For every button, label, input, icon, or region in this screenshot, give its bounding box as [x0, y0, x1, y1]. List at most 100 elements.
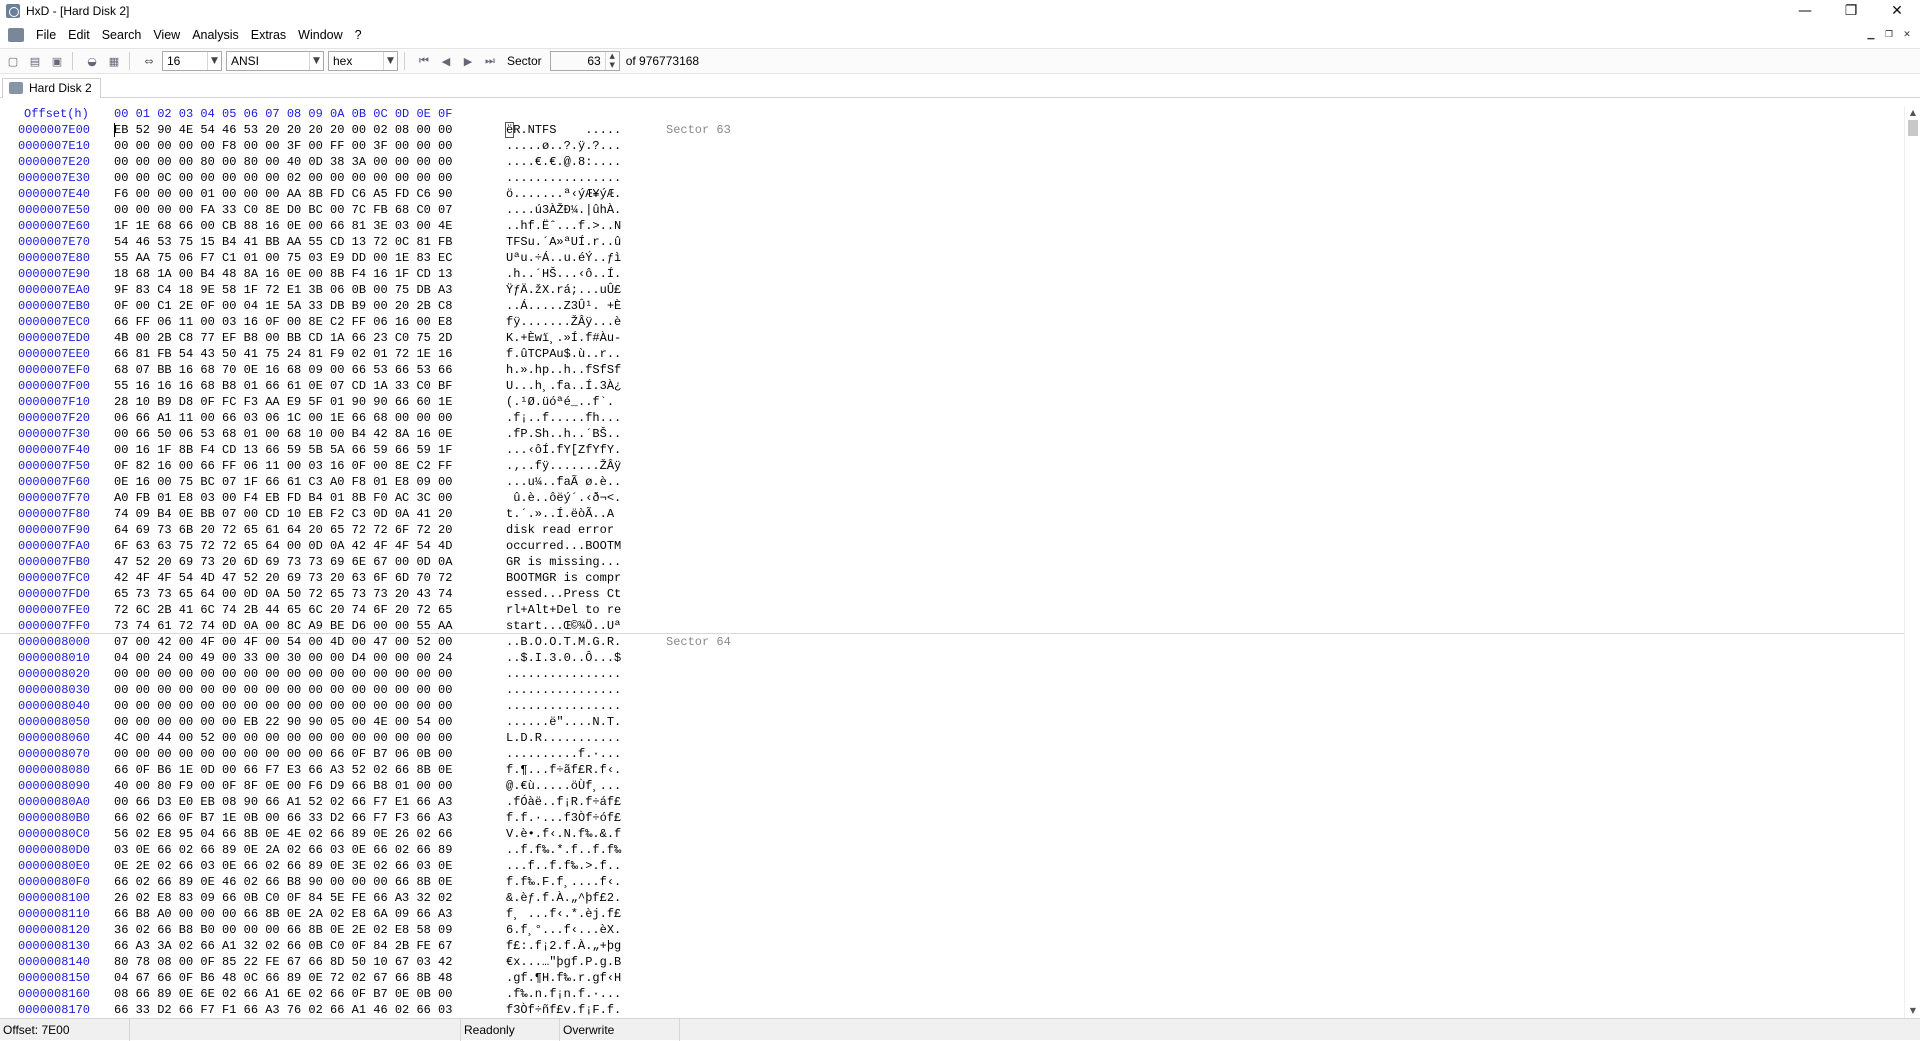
hex-row[interactable]: 0000008140 80 78 08 00 0F 85 22 FE 67 66 …: [0, 954, 1904, 970]
chevron-down-icon[interactable]: ▼: [207, 52, 221, 70]
row-hex-bytes[interactable]: 47 52 20 69 73 20 6D 69 73 73 69 6E 67 0…: [114, 554, 452, 570]
minimize-icon[interactable]: —: [1782, 0, 1828, 22]
row-decoded-text[interactable]: ö.......ª‹ýÆ¥ýÆ.: [506, 186, 621, 202]
row-hex-bytes[interactable]: 03 0E 66 02 66 89 0E 2A 02 66 03 0E 66 0…: [114, 842, 452, 858]
hex-row[interactable]: 0000007EE0 66 81 FB 54 43 50 41 75 24 81 …: [0, 346, 1904, 362]
row-hex-bytes[interactable]: 73 74 61 72 74 0D 0A 00 8C A9 BE D6 00 0…: [114, 618, 452, 634]
open-ram-icon[interactable]: ▦: [105, 52, 123, 70]
hex-row[interactable]: 00000080E0 0E 2E 02 66 03 0E 66 02 66 89 …: [0, 858, 1904, 874]
hex-row[interactable]: 0000008010 04 00 24 00 49 00 33 00 30 00 …: [0, 650, 1904, 666]
hex-row[interactable]: 0000008100 26 02 E8 83 09 66 0B C0 0F 84 …: [0, 890, 1904, 906]
row-decoded-text[interactable]: .fP.Sh..h..´BŠ..: [506, 426, 621, 442]
row-decoded-text[interactable]: &.èƒ.f.À.„^þf£2.: [506, 890, 621, 906]
row-hex-bytes[interactable]: 66 A3 3A 02 66 A1 32 02 66 0B C0 0F 84 2…: [114, 938, 452, 954]
row-hex-bytes[interactable]: 66 02 66 89 0E 46 02 66 B8 90 00 00 00 6…: [114, 874, 452, 890]
row-decoded-text[interactable]: .fÓàë..f¡R.f÷áf£: [506, 794, 621, 810]
row-hex-bytes[interactable]: 65 73 73 65 64 00 0D 0A 50 72 65 73 73 2…: [114, 586, 452, 602]
new-file-icon[interactable]: ▢: [4, 52, 22, 70]
maximize-icon[interactable]: ❐: [1828, 0, 1874, 22]
hex-row[interactable]: 0000008150 04 67 66 0F B6 48 0C 66 89 0E …: [0, 970, 1904, 986]
menu-help[interactable]: ?: [349, 22, 368, 48]
row-decoded-text[interactable]: U...h¸.fa..Í.3À¿: [506, 378, 621, 394]
row-decoded-text[interactable]: û.è..ôëý´.‹ð¬<.: [506, 490, 621, 506]
row-hex-bytes[interactable]: F6 00 00 00 01 00 00 00 AA 8B FD C6 A5 F…: [114, 186, 452, 202]
chevron-down-icon[interactable]: ▼: [309, 52, 323, 70]
save-icon[interactable]: ▣: [48, 52, 66, 70]
hxd-app-icon[interactable]: [6, 4, 20, 18]
row-hex-bytes[interactable]: 00 00 00 00 00 00 EB 22 90 90 05 00 4E 0…: [114, 714, 452, 730]
menu-analysis[interactable]: Analysis: [186, 22, 245, 48]
hex-row[interactable]: 00000080B0 66 02 66 0F B7 1E 0B 00 66 33 …: [0, 810, 1904, 826]
row-decoded-text[interactable]: BOOTMGR is compr: [506, 570, 621, 586]
row-decoded-text[interactable]: ................: [506, 170, 621, 186]
row-decoded-text[interactable]: ................: [506, 666, 621, 682]
first-sector-icon[interactable]: ⏮: [415, 52, 433, 70]
row-hex-bytes[interactable]: 00 00 00 00 00 00 00 00 00 00 00 00 00 0…: [114, 698, 452, 714]
row-decoded-text[interactable]: Uªu.÷Á..u.éÝ..ƒì: [506, 250, 621, 266]
sector-input[interactable]: 63 ▲ ▼: [549, 51, 620, 71]
row-decoded-text[interactable]: ŸƒÄ.žX.rá;...uÛ£: [506, 282, 621, 298]
row-hex-bytes[interactable]: 72 6C 2B 41 6C 74 2B 44 65 6C 20 74 6F 2…: [114, 602, 452, 618]
doc-close-icon[interactable]: ✕: [1900, 28, 1914, 42]
row-decoded-text[interactable]: .gf.¶H.f‰.r.gf‹H: [506, 970, 621, 986]
hex-row[interactable]: 0000007F70 A0 FB 01 E8 03 00 F4 EB FD B4 …: [0, 490, 1904, 506]
row-hex-bytes[interactable]: 00 16 1F 8B F4 CD 13 66 59 5B 5A 66 59 6…: [114, 442, 452, 458]
row-hex-bytes[interactable]: 74 09 B4 0E BB 07 00 CD 10 EB F2 C3 0D 0…: [114, 506, 452, 522]
row-hex-bytes[interactable]: 56 02 E8 95 04 66 8B 0E 4E 02 66 89 0E 2…: [114, 826, 452, 842]
hex-row[interactable]: 0000007E10 00 00 00 00 00 F8 00 00 3F 00 …: [0, 138, 1904, 154]
hex-row[interactable]: 0000008050 00 00 00 00 00 00 EB 22 90 90 …: [0, 714, 1904, 730]
row-hex-bytes[interactable]: 55 AA 75 06 F7 C1 01 00 75 03 E9 DD 00 1…: [114, 250, 452, 266]
row-decoded-text[interactable]: disk read error: [506, 522, 621, 538]
hex-row[interactable]: 0000008130 66 A3 3A 02 66 A1 32 02 66 0B …: [0, 938, 1904, 954]
row-hex-bytes[interactable]: 0E 16 00 75 BC 07 1F 66 61 C3 A0 F8 01 E…: [114, 474, 452, 490]
hex-row[interactable]: 0000008080 66 0F B6 1E 0D 00 66 F7 E3 66 …: [0, 762, 1904, 778]
hex-row[interactable]: 0000007E90 18 68 1A 00 B4 48 8A 16 0E 00 …: [0, 266, 1904, 282]
hex-row[interactable]: 0000007FF0 73 74 61 72 74 0D 0A 00 8C A9 …: [0, 618, 1904, 634]
row-decoded-text[interactable]: h.».hp..h..fSfSf: [506, 362, 621, 378]
last-sector-icon[interactable]: ⏭: [481, 52, 499, 70]
row-decoded-text[interactable]: f£:.f¡2.f.À.„+þg: [506, 938, 621, 954]
hex-row[interactable]: 00000080F0 66 02 66 89 0E 46 02 66 B8 90 …: [0, 874, 1904, 890]
row-decoded-text[interactable]: fÿ.......ŽÂÿ...è: [506, 314, 621, 330]
row-decoded-text[interactable]: f.ûTCPAu$.ù..r..: [506, 346, 621, 362]
row-decoded-text[interactable]: ..B.O.O.T.M.G.R.: [506, 634, 621, 650]
row-decoded-text[interactable]: ..f.f‰.*.f..f.f‰: [506, 842, 621, 858]
menu-file[interactable]: File: [30, 22, 62, 48]
next-sector-icon[interactable]: ▶: [459, 52, 477, 70]
row-hex-bytes[interactable]: 36 02 66 B8 B0 00 00 00 66 8B 0E 2E 02 E…: [114, 922, 452, 938]
open-disk-icon[interactable]: ◒: [83, 52, 101, 70]
hex-row[interactable]: 0000008120 36 02 66 B8 B0 00 00 00 66 8B …: [0, 922, 1904, 938]
row-decoded-text[interactable]: .‚..fÿ.......ŽÂÿ: [506, 458, 621, 474]
hex-row[interactable]: 0000008170 66 33 D2 66 F7 F1 66 A3 76 02 …: [0, 1002, 1904, 1018]
row-hex-bytes[interactable]: 54 46 53 75 15 B4 41 BB AA 55 CD 13 72 0…: [114, 234, 452, 250]
row-decoded-text[interactable]: t.´.»..Í.ëòÃ..A: [506, 506, 621, 522]
row-hex-bytes[interactable]: 00 00 00 00 00 F8 00 00 3F 00 FF 00 3F 0…: [114, 138, 452, 154]
row-decoded-text[interactable]: ................: [506, 682, 621, 698]
row-decoded-text[interactable]: ..........f.·...: [506, 746, 621, 762]
hex-row[interactable]: 0000007E20 00 00 00 00 80 00 80 00 40 0D …: [0, 154, 1904, 170]
menu-view[interactable]: View: [147, 22, 186, 48]
hex-row[interactable]: 0000007E00 EB 52 90 4E 54 46 53 20 20 20 …: [0, 122, 1904, 138]
row-hex-bytes[interactable]: 9F 83 C4 18 9E 58 1F 72 E1 3B 06 0B 00 7…: [114, 282, 452, 298]
row-decoded-text[interactable]: occurred...BOOTM: [506, 538, 621, 554]
hex-row[interactable]: 0000007FD0 65 73 73 65 64 00 0D 0A 50 72 …: [0, 586, 1904, 602]
row-decoded-text[interactable]: (.¹Ø.üóªé_..f`.: [506, 394, 614, 410]
row-hex-bytes[interactable]: 66 0F B6 1E 0D 00 66 F7 E3 66 A3 52 02 6…: [114, 762, 452, 778]
offset-base-select[interactable]: hex ▼: [328, 51, 398, 71]
hex-row[interactable]: 0000007EA0 9F 83 C4 18 9E 58 1F 72 E1 3B …: [0, 282, 1904, 298]
row-decoded-text[interactable]: V.è•.f‹.N.f‰.&.f: [506, 826, 621, 842]
hex-row[interactable]: 0000007E30 00 00 0C 00 00 00 00 00 02 00 …: [0, 170, 1904, 186]
row-hex-bytes[interactable]: 26 02 E8 83 09 66 0B C0 0F 84 5E FE 66 A…: [114, 890, 452, 906]
hex-row[interactable]: 0000008030 00 00 00 00 00 00 00 00 00 00 …: [0, 682, 1904, 698]
row-hex-bytes[interactable]: 66 33 D2 66 F7 F1 66 A3 76 02 66 A1 46 0…: [114, 1002, 452, 1018]
hex-row[interactable]: 0000007EB0 0F 00 C1 2E 0F 00 04 1E 5A 33 …: [0, 298, 1904, 314]
row-decoded-text[interactable]: ......ë"....N.T.: [506, 714, 621, 730]
bytes-per-row-select[interactable]: 16 ▼: [162, 51, 222, 71]
row-hex-bytes[interactable]: 1F 1E 68 66 00 CB 88 16 0E 00 66 81 3E 0…: [114, 218, 452, 234]
row-hex-bytes[interactable]: 07 00 42 00 4F 00 4F 00 54 00 4D 00 47 0…: [114, 634, 452, 650]
row-decoded-text[interactable]: @.€ù.....öÙf¸...: [506, 778, 621, 794]
row-hex-bytes[interactable]: 00 00 00 00 00 00 00 00 00 00 00 00 00 0…: [114, 682, 452, 698]
menu-search[interactable]: Search: [96, 22, 148, 48]
row-hex-bytes[interactable]: 0F 00 C1 2E 0F 00 04 1E 5A 33 DB B9 00 2…: [114, 298, 452, 314]
hex-row[interactable]: 0000007F50 0F 82 16 00 66 FF 06 11 00 03 …: [0, 458, 1904, 474]
